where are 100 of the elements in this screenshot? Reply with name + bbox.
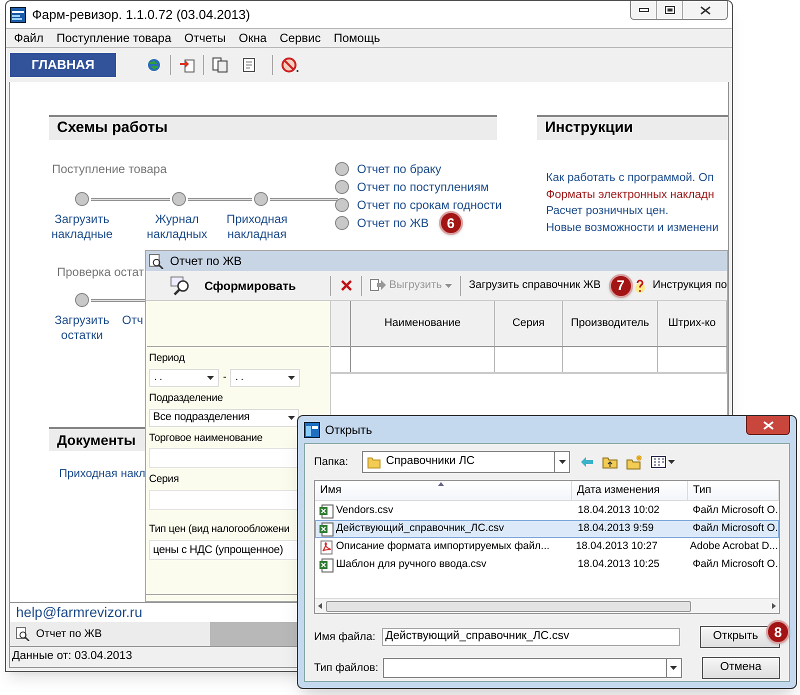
filename-field[interactable]: Действующий_справочник_ЛС.csv	[382, 628, 680, 646]
column-header[interactable]: Тип	[688, 481, 779, 500]
connector-line	[270, 198, 338, 200]
dropdown-caret-icon	[558, 460, 566, 464]
folder-icon	[367, 456, 381, 468]
prohibited-icon[interactable]	[281, 57, 299, 73]
callout-badge: 7	[608, 274, 633, 298]
field-label: Подразделение	[149, 390, 224, 406]
report-link[interactable]: Отчет по ЖВ	[357, 214, 429, 232]
dropdown-caret-icon	[444, 284, 452, 288]
callout-badge: 6	[438, 211, 463, 235]
generate-button[interactable]: Сформировать	[146, 272, 320, 298]
file-name: Действующий_справочник_ЛС.csv	[336, 521, 504, 536]
file-name: Описание формата импортируемых файл...	[336, 539, 550, 554]
connector-line	[188, 198, 252, 200]
menu-item[interactable]: Помощь	[334, 29, 380, 47]
scrollbar-thumb[interactable]	[326, 600, 691, 612]
export-document-icon	[370, 278, 386, 292]
step-node	[254, 192, 268, 206]
menu-item[interactable]: Поступление товара	[56, 29, 172, 47]
app-icon	[304, 422, 320, 438]
globe-arrows-icon[interactable]	[146, 57, 162, 73]
file-date: 18.04.2013 10:25	[576, 557, 661, 572]
field-label: Тип файлов:	[314, 660, 380, 676]
step-link[interactable]: Загрузить остатки	[42, 313, 122, 343]
new-folder-icon[interactable]	[626, 454, 643, 470]
file-type: Файл Microsoft O.	[692, 503, 778, 518]
view-grid-icon	[651, 456, 666, 468]
report-link[interactable]: Отчет по срокам годности	[357, 196, 502, 214]
help-button[interactable]: Инструкция по	[632, 274, 728, 298]
window-title: Фарм-ревизор. 1.1.0.72 (03.04.2013)	[32, 6, 250, 24]
callout-badge: 8	[766, 620, 790, 644]
dropdown-caret-icon	[668, 460, 675, 464]
file-type: Adobe Acrobat D...	[688, 539, 778, 554]
copy-documents-icon[interactable]	[212, 57, 228, 73]
menu-item[interactable]: Отчеты	[184, 29, 226, 47]
close-icon	[762, 420, 774, 430]
close-icon	[700, 6, 710, 14]
scroll-right-icon	[772, 603, 776, 609]
instruction-link[interactable]: Как работать с программой. Оп	[546, 170, 728, 186]
status-text: Данные от: 03.04.2013	[12, 649, 132, 664]
menu-item[interactable]: Файл	[14, 29, 44, 47]
view-menu-button[interactable]	[651, 456, 675, 468]
file-name: Шаблон для ручного ввода.csv	[336, 557, 486, 572]
menu-item[interactable]: Окна	[238, 29, 267, 47]
step-node	[335, 180, 349, 194]
section-header: Инструкции	[537, 115, 728, 140]
cancel-button[interactable]: Отмена	[702, 657, 780, 679]
minimize-icon	[638, 8, 648, 12]
step-node	[335, 216, 349, 230]
report-link[interactable]: Отчет по поступлениям	[357, 178, 489, 196]
step-link[interactable]: Журнал накладных	[137, 212, 217, 242]
file-date: 18.04.2013 10:27	[574, 539, 659, 554]
step-link[interactable]: Загрузить накладные	[42, 212, 122, 242]
dropdown-caret-icon	[207, 376, 214, 380]
app-icon	[10, 6, 26, 22]
window-tab[interactable]: Отчет по ЖВ	[10, 622, 210, 646]
scroll-left-icon	[318, 603, 322, 609]
instruction-link[interactable]: Форматы электронных накладн	[546, 186, 728, 203]
section-header: Схемы работы	[49, 115, 497, 140]
close-button[interactable]	[746, 416, 790, 435]
field-label: Имя файла:	[314, 630, 376, 645]
column-header: Штрих-ко	[658, 301, 727, 346]
process-label: Поступление товара	[52, 161, 168, 178]
sort-arrow-icon	[438, 482, 444, 486]
pdf-file-icon	[319, 540, 334, 554]
email-link[interactable]: help@farmrevizor.ru	[16, 602, 142, 623]
file-row[interactable]: Vendors.csv 18.04.2013 10:02 Файл Microsoft O.	[315, 502, 779, 520]
menu-item[interactable]: Сервис	[280, 29, 321, 47]
instruction-link[interactable]: Расчет розничных цен.	[546, 203, 728, 220]
field-label: Период	[149, 351, 186, 366]
column-header: Производитель	[563, 301, 658, 346]
column-header[interactable]: Дата изменения	[572, 481, 688, 500]
process-label: Проверка остат	[57, 264, 146, 281]
folder-up-icon[interactable]	[602, 455, 618, 469]
column-header[interactable]: Имя	[315, 481, 572, 500]
import-document-icon[interactable]	[179, 57, 195, 73]
column-header: Наименование	[351, 301, 495, 346]
date-select[interactable]: . .	[149, 368, 219, 387]
horizontal-scrollbar[interactable]	[315, 598, 779, 613]
report-link[interactable]: Отчет по браку	[357, 160, 442, 178]
file-type: Файл Microsoft O.	[692, 557, 778, 572]
home-button[interactable]: ГЛАВНАЯ	[10, 53, 116, 77]
file-row[interactable]: Действующий_справочник_ЛС.csv 18.04.2013 9:59 Файл Microsoft O.	[315, 520, 779, 538]
filetype-select[interactable]	[382, 658, 682, 678]
dropdown-caret-icon	[288, 376, 296, 380]
spreadsheet-file-icon	[319, 504, 334, 518]
folder-select[interactable]: Справочники ЛС	[362, 451, 570, 473]
maximize-icon	[664, 6, 674, 14]
step-link[interactable]: Приходная накладная	[217, 212, 297, 242]
load-reference-button[interactable]: Загрузить справочник ЖВ	[460, 274, 609, 298]
step-node	[75, 192, 89, 206]
select-field[interactable]: Все подразделения	[149, 408, 299, 426]
report-search-icon	[16, 627, 30, 641]
instruction-link[interactable]: Новые возможности и изменени	[546, 220, 728, 236]
step-link[interactable]: Отч	[122, 313, 144, 343]
file-type: Файл Microsoft O.	[692, 521, 778, 536]
report-search-icon	[149, 254, 164, 268]
date-select[interactable]: . .	[230, 368, 300, 387]
document-icon[interactable]	[242, 57, 256, 73]
